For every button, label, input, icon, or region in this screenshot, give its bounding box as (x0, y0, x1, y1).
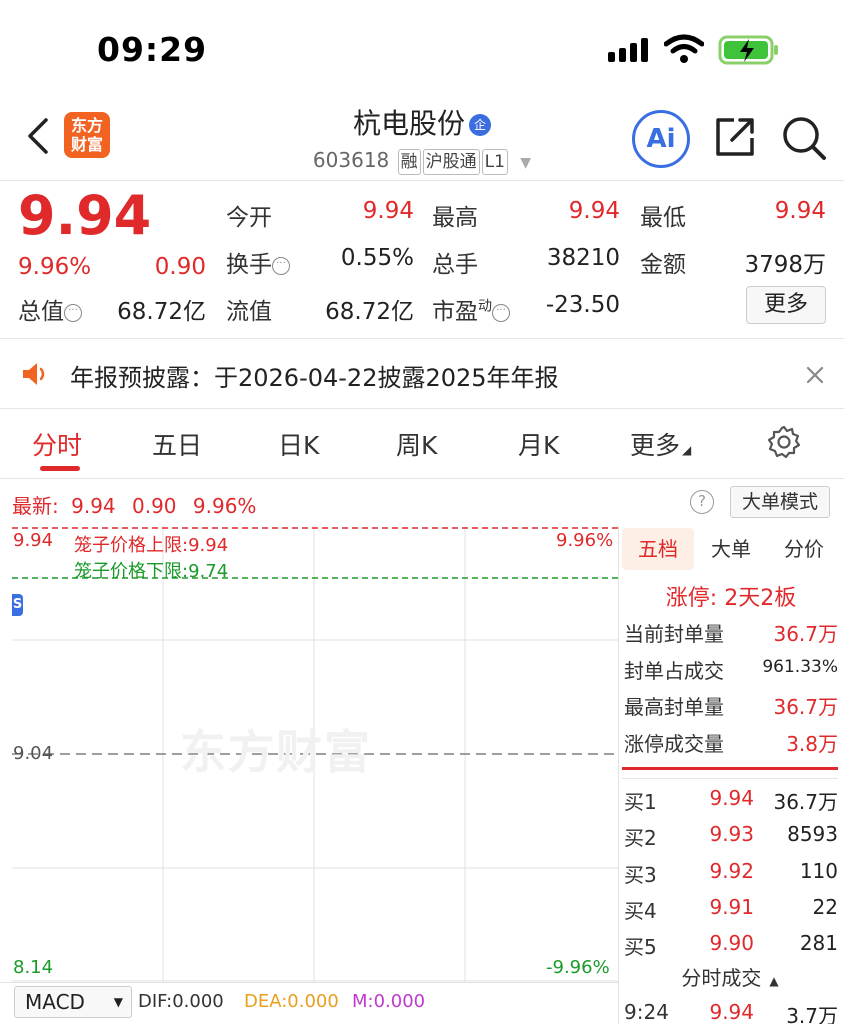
value-volume: 38210 (546, 245, 620, 271)
speaker-icon (23, 363, 45, 385)
quote-divider (0, 338, 844, 339)
share-icon[interactable] (712, 114, 758, 160)
ai-button[interactable]: Ai (632, 110, 690, 168)
status-time: 09:29 (97, 30, 208, 69)
tabs-divider (0, 478, 844, 479)
indicator-select[interactable]: MACD ▼ (14, 986, 132, 1018)
limit-up-title: 涨停: 2天2板 (665, 586, 797, 611)
bid-row[interactable]: 买3 9.92 110 (624, 859, 838, 895)
dropdown-caret-icon[interactable]: ▼ (520, 155, 531, 171)
orderbook-divider (622, 778, 838, 779)
tab-weekly-k[interactable]: 周K (396, 426, 437, 462)
close-icon[interactable] (804, 364, 826, 386)
caret-icon: ◢ (682, 443, 692, 457)
tab-monthly-k[interactable]: 月K (518, 426, 559, 462)
value-amount: 3798万 (744, 252, 826, 278)
value-high: 9.94 (568, 198, 620, 224)
notice-text[interactable]: 年报预披露：于2026-04-22披露2025年年报 (70, 358, 559, 393)
chart-bottom-price: 8.14 (13, 957, 54, 978)
right-panel-tabs: 五档 大单 分价 (620, 528, 842, 570)
tag-margin: 融 (397, 149, 421, 175)
trades-header[interactable]: 分时成交 ▲ (622, 962, 838, 991)
trade-row: 9:24 9.94 3.7万 (624, 1000, 838, 1024)
tab-intraday[interactable]: 分时 (32, 426, 82, 462)
label-float-cap: 流值 (226, 299, 272, 325)
value-pe: -23.50 (545, 292, 620, 318)
label-turnover[interactable]: 换手 ··· (226, 245, 290, 279)
s-badge[interactable]: S (12, 594, 23, 616)
macd-dif: DIF:0.000 (138, 991, 224, 1012)
tab-big-orders[interactable]: 大单 (696, 528, 766, 570)
settings-gear-icon[interactable] (766, 424, 802, 460)
bid-row[interactable]: 买1 9.94 36.7万 (624, 786, 838, 822)
sort-up-icon: ▲ (769, 974, 779, 988)
chart-bottom-percent: -9.96% (546, 957, 610, 978)
notice-divider (0, 408, 844, 409)
macd-dea: DEA:0.000 (244, 991, 339, 1012)
more-quote-button[interactable]: 更多 (746, 286, 826, 324)
label-high: 最高 (432, 205, 478, 231)
current-price: 9.94 (18, 184, 152, 247)
value-turnover: 0.55% (340, 245, 414, 271)
chart-mid-price: 9.04 (13, 743, 54, 764)
right-panel-divider (618, 526, 619, 1024)
tab-daily-k[interactable]: 日K (278, 426, 319, 462)
bid-row[interactable]: 买4 9.91 22 (624, 895, 838, 931)
stock-name: 杭电股份 (352, 107, 465, 140)
tab-more[interactable]: 更多 ◢ (630, 426, 691, 462)
macd-m: M:0.000 (352, 991, 426, 1012)
value-market-cap: 68.72亿 (117, 299, 206, 325)
info-icon[interactable]: ··· (272, 257, 290, 275)
upper-limit-label: 笼子价格上限:9.94 (74, 535, 229, 556)
wifi-icon (664, 34, 704, 63)
bid-row[interactable]: 买2 9.93 8593 (624, 822, 838, 858)
tab-price-distribution[interactable]: 分价 (768, 528, 840, 570)
label-low: 最低 (640, 205, 686, 231)
header-divider (0, 180, 844, 181)
chart-top-price: 9.94 (13, 530, 54, 551)
tab-active-indicator (40, 466, 80, 471)
stock-code: 603618 (312, 148, 390, 172)
latest-quote: 最新: 9.94 0.90 9.96% (12, 494, 257, 518)
value-float-cap: 68.72亿 (325, 299, 414, 325)
change-amount: 0.90 (154, 254, 206, 280)
label-open: 今开 (226, 205, 272, 231)
label-pe[interactable]: 市盈动 ··· (432, 292, 510, 326)
tag-connect: 沪股通 (422, 149, 480, 175)
lower-limit-label: 笼子价格下限:9.74 (74, 561, 229, 582)
label-market-cap[interactable]: 总值 ··· (18, 292, 82, 326)
tab-five-levels[interactable]: 五档 (622, 528, 694, 570)
battery-charging-icon (718, 35, 778, 65)
search-icon[interactable] (780, 114, 828, 162)
indicator-divider (0, 982, 618, 983)
watermark: 东方财富 (180, 725, 372, 779)
enterprise-badge: 企 (469, 114, 491, 136)
signal-icon (608, 38, 648, 62)
big-order-mode-button[interactable]: 大单模式 (730, 486, 830, 518)
chart-top-percent: 9.96% (556, 530, 614, 551)
label-volume: 总手 (432, 252, 478, 278)
tag-level: L1 (481, 149, 508, 175)
limit-divider (622, 767, 838, 770)
info-icon[interactable]: ··· (64, 304, 82, 322)
value-open: 9.94 (362, 198, 414, 224)
label-amount: 金额 (640, 252, 686, 278)
change-percent: 9.96% (18, 254, 92, 280)
help-icon[interactable]: ? (690, 490, 714, 514)
value-low: 9.94 (774, 198, 826, 224)
tab-five-day[interactable]: 五日 (152, 426, 202, 462)
chevron-down-icon: ▼ (113, 995, 123, 1009)
